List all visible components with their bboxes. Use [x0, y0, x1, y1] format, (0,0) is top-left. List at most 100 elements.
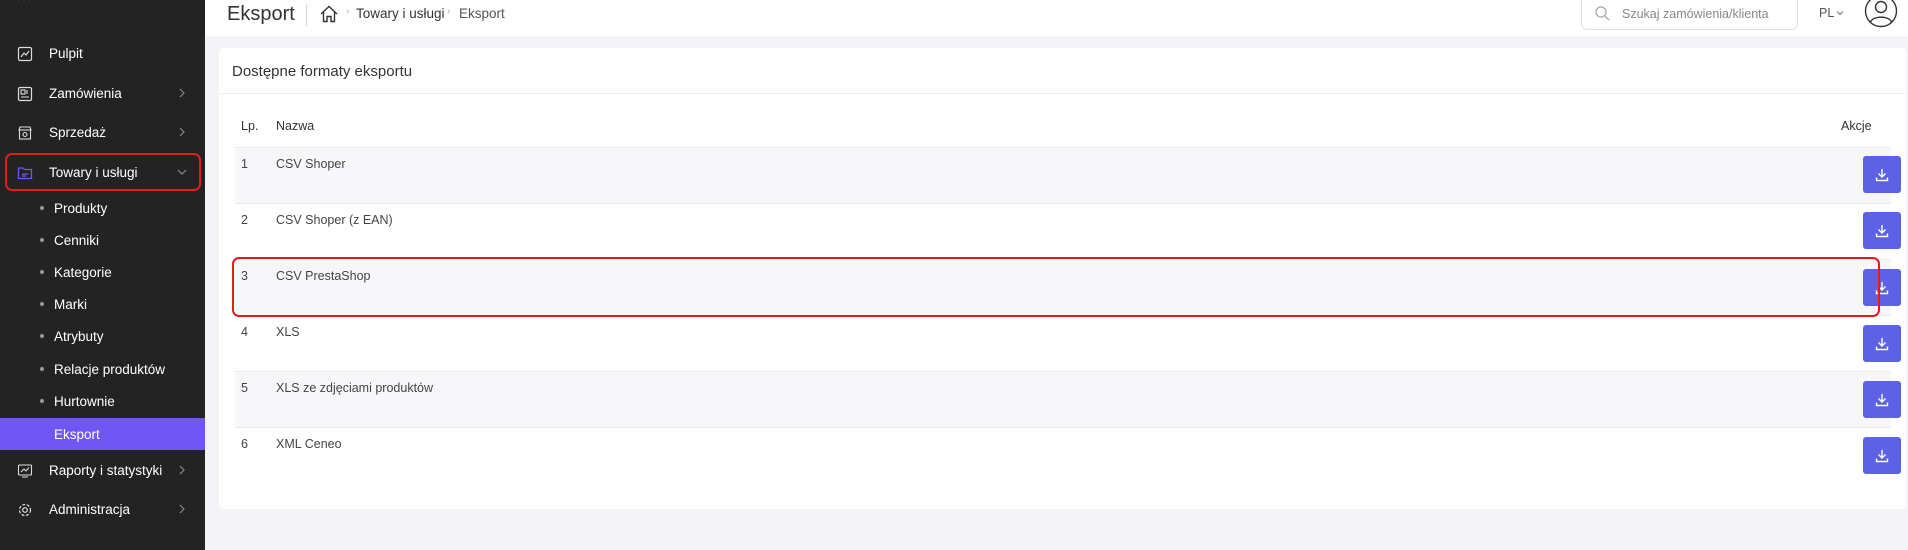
table-row: 4 XLS — [235, 315, 1901, 371]
format-name: XML Ceneo — [276, 437, 342, 451]
sidebar-subitem-atrybuty[interactable]: Atrybuty — [0, 320, 205, 352]
report-icon — [16, 462, 33, 479]
sidebar-subitem-label: Hurtownie — [54, 393, 115, 409]
table-row: 6 XML Ceneo — [235, 427, 1901, 483]
sidebar: Pulpit Zamówienia Sprzedaż Towary i usłu… — [0, 0, 205, 550]
row-number: 6 — [241, 437, 248, 451]
partial-icon — [18, 0, 30, 1]
home-icon[interactable] — [319, 4, 339, 24]
format-name: XLS — [276, 325, 300, 339]
gear-icon — [16, 501, 33, 518]
chevron-down-icon — [1836, 11, 1844, 16]
bullet-dot — [40, 334, 44, 338]
breadcrumb-eksport: Eksport — [459, 6, 505, 21]
download-icon — [1875, 168, 1889, 181]
sidebar-subitem-kategorie[interactable]: Kategorie — [0, 256, 205, 288]
table-row: 5 XLS ze zdjęciami produktów — [235, 371, 1901, 427]
download-button[interactable] — [1863, 381, 1901, 418]
title-divider — [306, 4, 307, 26]
table-row: 3 CSV PrestaShop — [235, 259, 1901, 315]
sidebar-subitem-marki[interactable]: Marki — [0, 288, 205, 320]
download-icon — [1875, 393, 1889, 406]
sidebar-item-administracja[interactable]: Administracja — [0, 494, 205, 524]
folder-icon — [16, 164, 33, 181]
format-name: CSV Shoper — [276, 157, 346, 171]
orders-icon — [16, 85, 33, 102]
sidebar-subitem-cenniki[interactable]: Cenniki — [0, 224, 205, 256]
chevron-right-icon — [176, 503, 188, 515]
sidebar-subitem-label: Cenniki — [54, 232, 100, 248]
download-button[interactable] — [1863, 325, 1901, 362]
chevron-down-icon — [176, 166, 188, 178]
top-header: Eksport › Towary i usługi › Eksport PL — [205, 0, 1908, 36]
download-button[interactable] — [1863, 156, 1901, 193]
sidebar-item-label: Towary i usługi — [49, 164, 138, 180]
chevron-right-icon — [176, 464, 188, 476]
sidebar-item-label: Raporty i statystyki — [49, 462, 163, 478]
bullet-dot — [40, 270, 44, 274]
breadcrumb-separator: › — [346, 6, 350, 17]
search-input[interactable] — [1622, 3, 1790, 25]
sidebar-item-label: Zamówienia — [49, 85, 122, 101]
column-header-nazwa: Nazwa — [276, 119, 315, 133]
sidebar-subitem-label: Relacje produktów — [54, 361, 166, 377]
bullet-dot — [40, 399, 44, 403]
sidebar-item-label: Administracja — [49, 501, 131, 517]
sidebar-item-pulpit[interactable]: Pulpit — [0, 38, 205, 68]
table-row: 2 CSV Shoper (z EAN) — [235, 203, 1901, 259]
sidebar-subitem-label: Marki — [54, 296, 87, 312]
format-name: XLS ze zdjęciami produktów — [276, 381, 434, 395]
sidebar-subitem-label: Kategorie — [54, 264, 112, 280]
search-box — [1581, 0, 1798, 30]
sidebar-item-sprzedaz[interactable]: Sprzedaż — [0, 117, 205, 147]
bullet-dot — [40, 367, 44, 371]
language-selector[interactable]: PL — [1819, 6, 1845, 20]
bullet-dot — [40, 206, 44, 210]
card-title: Dostępne formaty eksportu — [232, 63, 413, 80]
card-header: Dostępne formaty eksportu — [219, 48, 1906, 94]
sidebar-subitem-label: Produkty — [54, 200, 108, 216]
export-formats-card: Dostępne formaty eksportu Lp. Nazwa Akcj… — [219, 48, 1906, 509]
download-button[interactable] — [1863, 437, 1901, 474]
search-icon — [1595, 6, 1610, 21]
download-button[interactable] — [1863, 269, 1901, 306]
column-header-akcje: Akcje — [1841, 119, 1872, 133]
sidebar-item-zamowienia[interactable]: Zamówienia — [0, 78, 205, 108]
chart-line-icon — [16, 45, 33, 62]
format-name: CSV Shoper (z EAN) — [276, 213, 393, 227]
chevron-right-icon — [176, 126, 188, 138]
row-number: 4 — [241, 325, 248, 339]
breadcrumb-separator: › — [447, 6, 451, 17]
sidebar-subitem-hurtownie[interactable]: Hurtownie — [0, 385, 205, 417]
bullet-dot — [40, 302, 44, 306]
download-icon — [1875, 224, 1889, 237]
page-title: Eksport — [227, 3, 295, 25]
sidebar-subitem-produkty[interactable]: Produkty — [0, 192, 205, 224]
row-number: 3 — [241, 269, 248, 283]
chevron-right-icon — [176, 87, 188, 99]
table-row: 1 CSV Shoper — [235, 147, 1901, 203]
row-number: 1 — [241, 157, 248, 171]
sidebar-item-raporty-i-statystyki[interactable]: Raporty i statystyki — [0, 455, 205, 485]
sidebar-item-label: Sprzedaż — [49, 124, 107, 140]
user-avatar-icon[interactable] — [1864, 0, 1898, 28]
shop-icon — [16, 124, 33, 141]
format-name: CSV PrestaShop — [276, 269, 371, 283]
sidebar-item-towary-i-uslugi[interactable]: Towary i usługi — [0, 157, 205, 187]
row-number: 2 — [241, 213, 248, 227]
download-icon — [1875, 449, 1889, 462]
bullet-dot — [40, 238, 44, 242]
language-label: PL — [1819, 6, 1835, 20]
sidebar-subitem-label: Eksport — [54, 426, 100, 442]
sidebar-item-label: Pulpit — [49, 45, 83, 61]
sidebar-subitem-eksport[interactable]: Eksport — [0, 418, 205, 450]
download-icon — [1875, 337, 1889, 350]
sidebar-subitem-label: Atrybuty — [54, 328, 104, 344]
bullet-dot — [40, 432, 44, 436]
download-button[interactable] — [1863, 212, 1901, 249]
download-icon — [1875, 281, 1889, 294]
breadcrumb-towary-i-uslugi[interactable]: Towary i usługi — [356, 6, 445, 21]
sidebar-subitem-relacje-produktow[interactable]: Relacje produktów — [0, 353, 205, 385]
column-header-lp: Lp. — [241, 119, 259, 133]
row-number: 5 — [241, 381, 248, 395]
